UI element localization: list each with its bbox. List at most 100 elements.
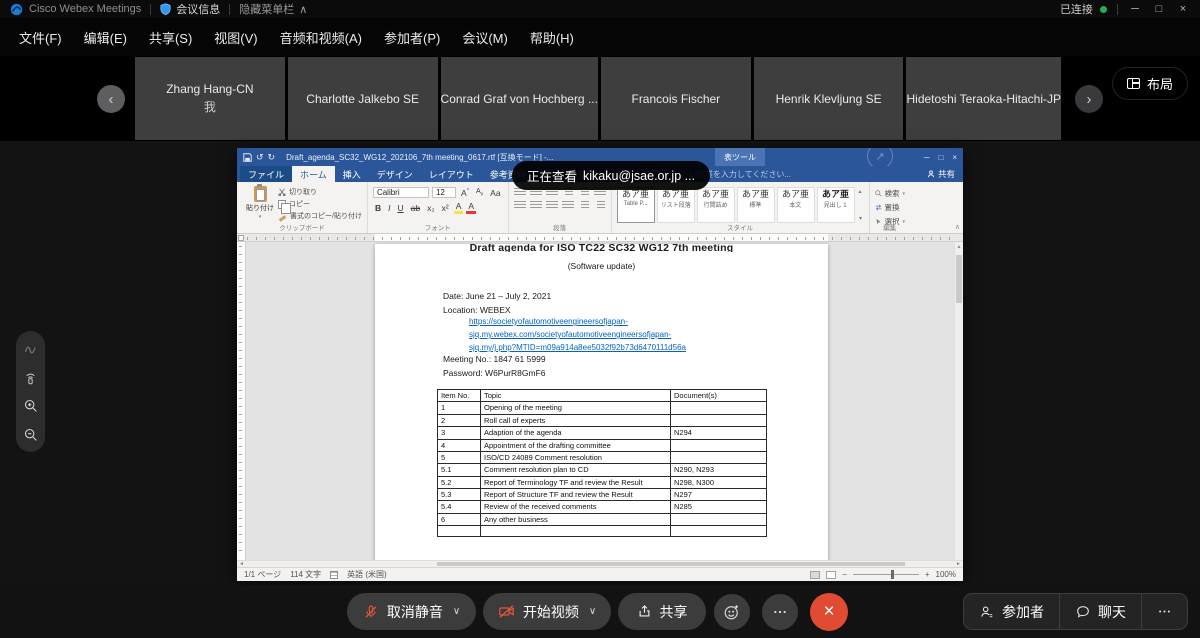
gallery-up-icon[interactable]: ▲ xyxy=(858,189,863,195)
menu-audio-video[interactable]: 音频和视频(A) xyxy=(269,23,373,52)
webex-link-line1[interactable]: https://societyofautomotiveengineersofja… xyxy=(469,317,628,326)
word-share-button[interactable]: 共有 xyxy=(927,166,955,182)
word-restore-button[interactable]: □ xyxy=(938,153,943,162)
save-icon[interactable] xyxy=(243,153,252,162)
bold-button[interactable]: B xyxy=(373,203,383,213)
font-color-button[interactable]: A xyxy=(466,201,476,214)
participant-tile[interactable]: Henrik Klevljung SE xyxy=(754,57,904,140)
replace-button[interactable]: 置換 xyxy=(875,202,906,213)
style-table-paragraph[interactable]: あア亜 Table P... xyxy=(617,187,655,223)
tab-selector[interactable] xyxy=(238,235,244,241)
underline-button[interactable]: U xyxy=(395,203,405,213)
font-size-select[interactable]: 12 xyxy=(432,187,456,198)
close-button[interactable]: × xyxy=(1176,3,1190,15)
copy-button[interactable]: コピー xyxy=(278,199,362,209)
superscript-button[interactable]: x² xyxy=(440,203,451,213)
vertical-ruler[interactable] xyxy=(237,242,246,560)
change-case-button[interactable]: Aa xyxy=(488,188,502,198)
minimize-button[interactable]: ─ xyxy=(1128,3,1142,15)
more-options-button[interactable] xyxy=(762,594,798,630)
styles-gallery-arrows[interactable]: ▲ ▲ xyxy=(857,187,864,223)
horizontal-scrollbar[interactable]: ◄ ► xyxy=(237,560,963,567)
subscript-button[interactable]: x₂ xyxy=(425,203,437,213)
document-page[interactable]: Draft agenda for ISO TC22 SC32 WG12 7th … xyxy=(375,244,828,560)
zoom-slider[interactable] xyxy=(853,570,919,579)
proofing-icon[interactable] xyxy=(330,571,338,579)
participant-tile[interactable]: Zhang Hang-CN 我 xyxy=(135,57,285,140)
participant-tile[interactable]: Conrad Graf von Hochberg ... xyxy=(441,57,598,140)
scroll-right-button[interactable]: › xyxy=(1075,85,1103,113)
tab-design[interactable]: デザイン xyxy=(369,166,421,182)
zoom-in-button[interactable]: + xyxy=(925,570,930,579)
menu-edit[interactable]: 编辑(E) xyxy=(73,23,138,52)
zoom-out-button[interactable]: − xyxy=(842,570,847,579)
redo-icon[interactable]: ↻ xyxy=(268,152,276,163)
tab-insert[interactable]: 挿入 xyxy=(335,166,369,182)
find-button[interactable]: 検索 ▾ xyxy=(875,188,906,199)
print-layout-view-icon[interactable] xyxy=(810,571,820,579)
chevron-down-icon[interactable]: ∨ xyxy=(589,606,596,617)
hscrollbar-thumb[interactable] xyxy=(437,562,905,566)
align-right-icon[interactable] xyxy=(546,201,558,210)
zoom-in-icon[interactable] xyxy=(22,397,39,414)
start-video-button[interactable]: 开始视频 ∨ xyxy=(483,593,611,630)
leave-meeting-button[interactable]: × xyxy=(810,593,848,631)
participant-tile[interactable]: Francois Fischer xyxy=(601,57,751,140)
zoom-slider-thumb[interactable] xyxy=(891,570,894,579)
paste-button[interactable]: 貼り付け ▾ xyxy=(242,185,278,223)
unmute-button[interactable]: 取消静音 ∨ xyxy=(347,593,476,630)
style-normal[interactable]: あア亜 標準 xyxy=(737,187,775,223)
zoom-out-icon[interactable] xyxy=(22,426,39,443)
menu-share[interactable]: 共享(S) xyxy=(138,23,203,52)
style-no-spacing[interactable]: あア亜 行間詰め xyxy=(697,187,735,223)
menu-participants[interactable]: 参加者(P) xyxy=(373,23,451,52)
highlight-color-button[interactable]: A xyxy=(454,201,464,214)
strikethrough-button[interactable]: ab xyxy=(409,203,422,213)
shrink-font-button[interactable]: Av xyxy=(474,188,485,197)
layout-button[interactable]: 布局 xyxy=(1112,67,1188,100)
web-layout-view-icon[interactable] xyxy=(826,571,836,579)
word-minimize-button[interactable]: ─ xyxy=(924,153,930,162)
remote-control-icon[interactable] xyxy=(22,369,39,386)
style-list-paragraph[interactable]: あア亜 リスト段落 xyxy=(657,187,695,223)
style-heading-1[interactable]: あア亜 見出し 1 xyxy=(817,187,855,223)
menu-view[interactable]: 视图(V) xyxy=(203,23,268,52)
collapse-ribbon-icon[interactable]: ∧ xyxy=(955,223,960,231)
style-body-text[interactable]: あア亜 本文 xyxy=(777,187,815,223)
gallery-down-icon[interactable]: ▲ xyxy=(858,215,863,221)
participants-panel-button[interactable]: 参加者 xyxy=(964,594,1059,629)
scrollbar-thumb[interactable] xyxy=(956,255,962,303)
horizontal-ruler[interactable] xyxy=(237,234,963,242)
undo-icon[interactable]: ↺ xyxy=(256,152,264,163)
vertical-scrollbar[interactable]: ▲ xyxy=(954,242,963,560)
participant-tile[interactable]: Hidetoshi Teraoka-Hitachi-JP xyxy=(906,57,1061,140)
align-center-icon[interactable] xyxy=(530,201,542,210)
menu-file[interactable]: 文件(F) xyxy=(8,23,73,52)
justify-icon[interactable] xyxy=(562,201,574,210)
webex-link-line2[interactable]: sjq.my.webex.com/societyofautomotiveengi… xyxy=(469,330,671,339)
grow-font-button[interactable]: A^ xyxy=(459,188,471,198)
restore-button[interactable]: □ xyxy=(1152,3,1166,15)
language-indicator[interactable]: 英語 (米国) xyxy=(347,569,387,580)
line-spacing-icon[interactable] xyxy=(578,201,590,210)
italic-button[interactable]: I xyxy=(386,203,392,213)
zoom-level[interactable]: 100% xyxy=(936,570,956,579)
participant-tile[interactable]: Charlotte Jalkebo SE xyxy=(288,57,438,140)
align-left-icon[interactable] xyxy=(514,201,526,210)
page-indicator[interactable]: 1/1 ページ xyxy=(244,569,281,580)
tab-layout[interactable]: レイアウト xyxy=(421,166,482,182)
borders-icon[interactable] xyxy=(594,201,606,210)
scroll-left-arrow[interactable]: ◄ xyxy=(237,561,246,567)
tab-file[interactable]: ファイル xyxy=(240,166,292,182)
menu-help[interactable]: 帮助(H) xyxy=(519,23,585,52)
reactions-button[interactable] xyxy=(714,594,750,630)
char-count[interactable]: 114 文字 xyxy=(290,569,321,580)
table-tools-tab[interactable]: 表ツール xyxy=(715,148,765,166)
hide-menubar-button[interactable]: 隐藏菜单栏 ∧ xyxy=(239,1,307,17)
menu-meeting[interactable]: 会议(M) xyxy=(451,23,519,52)
scroll-left-button[interactable]: ‹ xyxy=(97,85,125,113)
scroll-right-arrow[interactable]: ► xyxy=(954,561,963,567)
chat-panel-button[interactable]: 聊天 xyxy=(1059,594,1141,629)
chevron-down-icon[interactable]: ∨ xyxy=(453,606,460,617)
tab-home[interactable]: ホーム xyxy=(292,166,335,182)
